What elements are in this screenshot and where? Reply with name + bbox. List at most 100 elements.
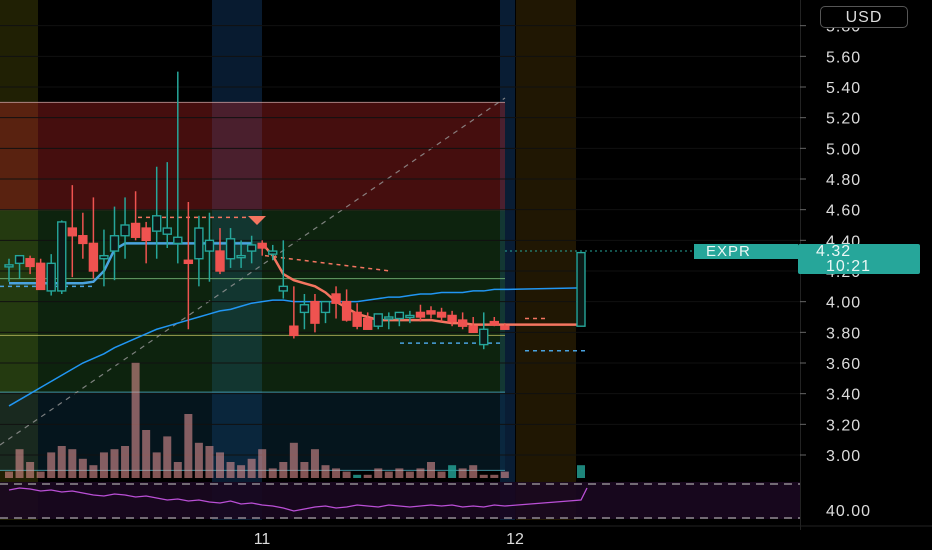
oscillator-tick-label: 40.00 bbox=[826, 503, 871, 520]
candle-body bbox=[4, 264, 14, 268]
volume-bar-12 bbox=[121, 446, 130, 478]
volume-bar-9 bbox=[89, 465, 98, 478]
volume-bar-6 bbox=[57, 446, 66, 478]
candle-body bbox=[384, 316, 394, 320]
volume-bar-3 bbox=[26, 462, 35, 478]
candle-body bbox=[57, 221, 67, 292]
price-tick-label: 4.60 bbox=[826, 203, 861, 220]
volume-bar-35 bbox=[363, 474, 372, 478]
symbol-label: EXPR bbox=[694, 244, 798, 259]
target-zone bbox=[0, 209, 505, 393]
volume-bar-7 bbox=[68, 449, 77, 478]
volume-bar-2 bbox=[15, 449, 24, 478]
volume-bar-36 bbox=[374, 468, 383, 478]
volume-bar-33 bbox=[342, 471, 351, 478]
candle-body bbox=[341, 300, 352, 321]
candle-body bbox=[457, 319, 468, 327]
candle-body bbox=[331, 293, 341, 304]
candle-body bbox=[479, 328, 489, 346]
candle-body bbox=[373, 313, 383, 327]
volume-bar-4 bbox=[36, 471, 45, 478]
price-tick-label: 5.60 bbox=[826, 49, 861, 66]
price-tick-label: 3.40 bbox=[826, 387, 861, 404]
volume-bar-1 bbox=[5, 471, 13, 478]
candle-body bbox=[225, 238, 236, 260]
candle-body bbox=[489, 320, 499, 326]
time-axis[interactable]: 11 12 bbox=[0, 525, 932, 548]
candle-4 bbox=[35, 258, 46, 291]
candle-body bbox=[25, 258, 35, 268]
candle-body bbox=[67, 227, 78, 237]
price-tick-label: 5.00 bbox=[826, 141, 861, 158]
volume-bar-46 bbox=[479, 474, 488, 478]
volume-bar-25 bbox=[258, 449, 267, 478]
volume-bar-47 bbox=[490, 474, 499, 478]
volume-bar-5 bbox=[47, 452, 56, 478]
candle-body bbox=[394, 311, 405, 320]
candle-body bbox=[120, 224, 130, 237]
price-tick-label: 5.40 bbox=[826, 80, 861, 97]
volume-bar-8 bbox=[78, 458, 87, 478]
candle-body bbox=[426, 310, 436, 315]
volume-bar-38 bbox=[395, 468, 404, 478]
volume-bar-42 bbox=[437, 471, 446, 478]
candle-body bbox=[415, 311, 426, 318]
candle-body bbox=[215, 250, 225, 272]
volume-bar-23 bbox=[237, 465, 246, 478]
volume-bar-18 bbox=[184, 414, 193, 478]
candle-body bbox=[109, 235, 120, 252]
volume-bar-26 bbox=[268, 468, 277, 478]
candle-body bbox=[436, 311, 447, 318]
time-tick-label: 11 bbox=[254, 531, 271, 548]
candle-body bbox=[130, 222, 141, 238]
volume-bar-24 bbox=[247, 458, 256, 478]
candle-body bbox=[99, 254, 109, 260]
volume-bar-31 bbox=[321, 465, 330, 478]
candle-body bbox=[46, 262, 56, 292]
candle-body bbox=[162, 227, 172, 235]
currency-button[interactable]: USD bbox=[820, 6, 908, 28]
price-tick-label: 3.80 bbox=[826, 325, 861, 342]
volume-bar-17 bbox=[173, 462, 182, 478]
oscillator-pane bbox=[0, 482, 800, 519]
price-tick-label: 5.20 bbox=[826, 111, 861, 128]
volume-bar-14 bbox=[142, 430, 151, 478]
volume-bar-34 bbox=[353, 474, 362, 478]
candle-body bbox=[405, 314, 415, 319]
volume-bar-27 bbox=[279, 462, 288, 478]
candle-body bbox=[447, 314, 457, 323]
volume-bar-22 bbox=[226, 462, 235, 478]
candle-body bbox=[236, 254, 246, 259]
price-tick-label: 3.20 bbox=[826, 417, 861, 434]
candle-6 bbox=[57, 220, 67, 294]
candle-body bbox=[352, 311, 362, 327]
volume-bar-43 bbox=[448, 465, 457, 478]
candle-body bbox=[268, 250, 278, 255]
candle-body bbox=[246, 244, 257, 252]
volume-bar-15 bbox=[152, 452, 161, 478]
volume-bar-40 bbox=[416, 468, 425, 478]
volume-bar-30 bbox=[310, 449, 319, 478]
volume-bar-11 bbox=[110, 449, 119, 478]
volume-bar-13 bbox=[131, 362, 140, 478]
candle-body bbox=[299, 304, 310, 314]
candle-body bbox=[88, 242, 99, 272]
volume-bar-28 bbox=[289, 442, 298, 478]
candle-body bbox=[183, 259, 194, 265]
position-zones bbox=[0, 97, 800, 471]
volume-bar-20 bbox=[205, 446, 214, 478]
price-tick-label: 4.80 bbox=[826, 172, 861, 189]
stock-chart[interactable]: 5.805.605.405.205.004.804.604.404.204.00… bbox=[0, 0, 932, 550]
candle-body bbox=[151, 215, 162, 232]
candle-body bbox=[257, 242, 267, 249]
candle-body bbox=[289, 325, 299, 337]
price-tick-label: 4.00 bbox=[826, 295, 861, 312]
candle-body bbox=[320, 300, 331, 314]
candle-body bbox=[500, 325, 510, 330]
candle-body bbox=[14, 254, 25, 265]
volume-bar-45 bbox=[469, 465, 478, 478]
candle-body bbox=[204, 239, 215, 252]
candle-body bbox=[576, 251, 586, 327]
volume-bar-16 bbox=[163, 436, 172, 478]
candle-body bbox=[173, 236, 183, 245]
